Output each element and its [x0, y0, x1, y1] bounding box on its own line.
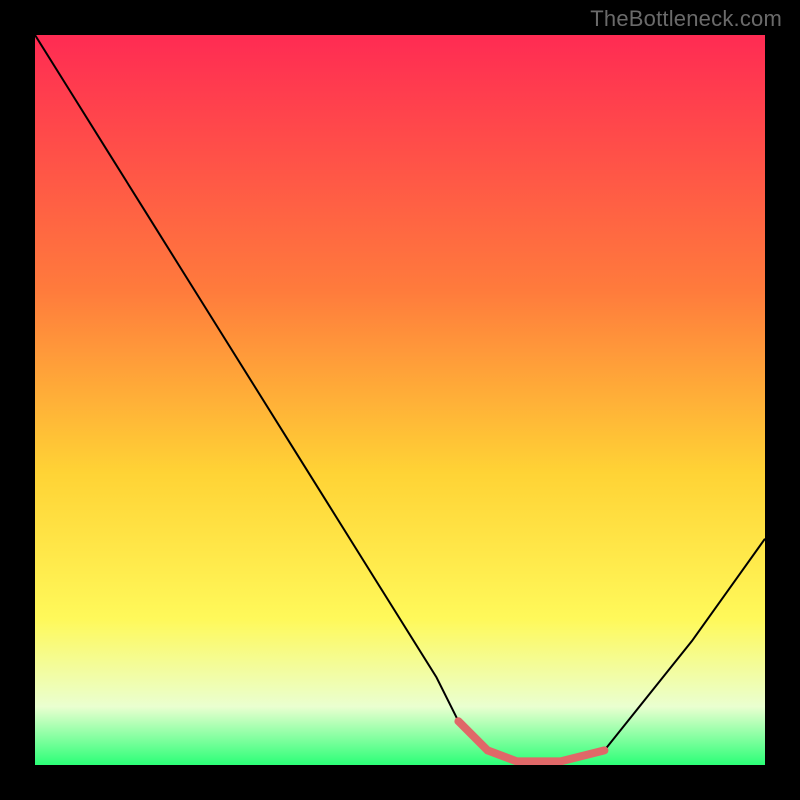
chart-svg [35, 35, 765, 765]
gradient-background [35, 35, 765, 765]
chart-plot-area [35, 35, 765, 765]
watermark-text: TheBottleneck.com [590, 6, 782, 32]
